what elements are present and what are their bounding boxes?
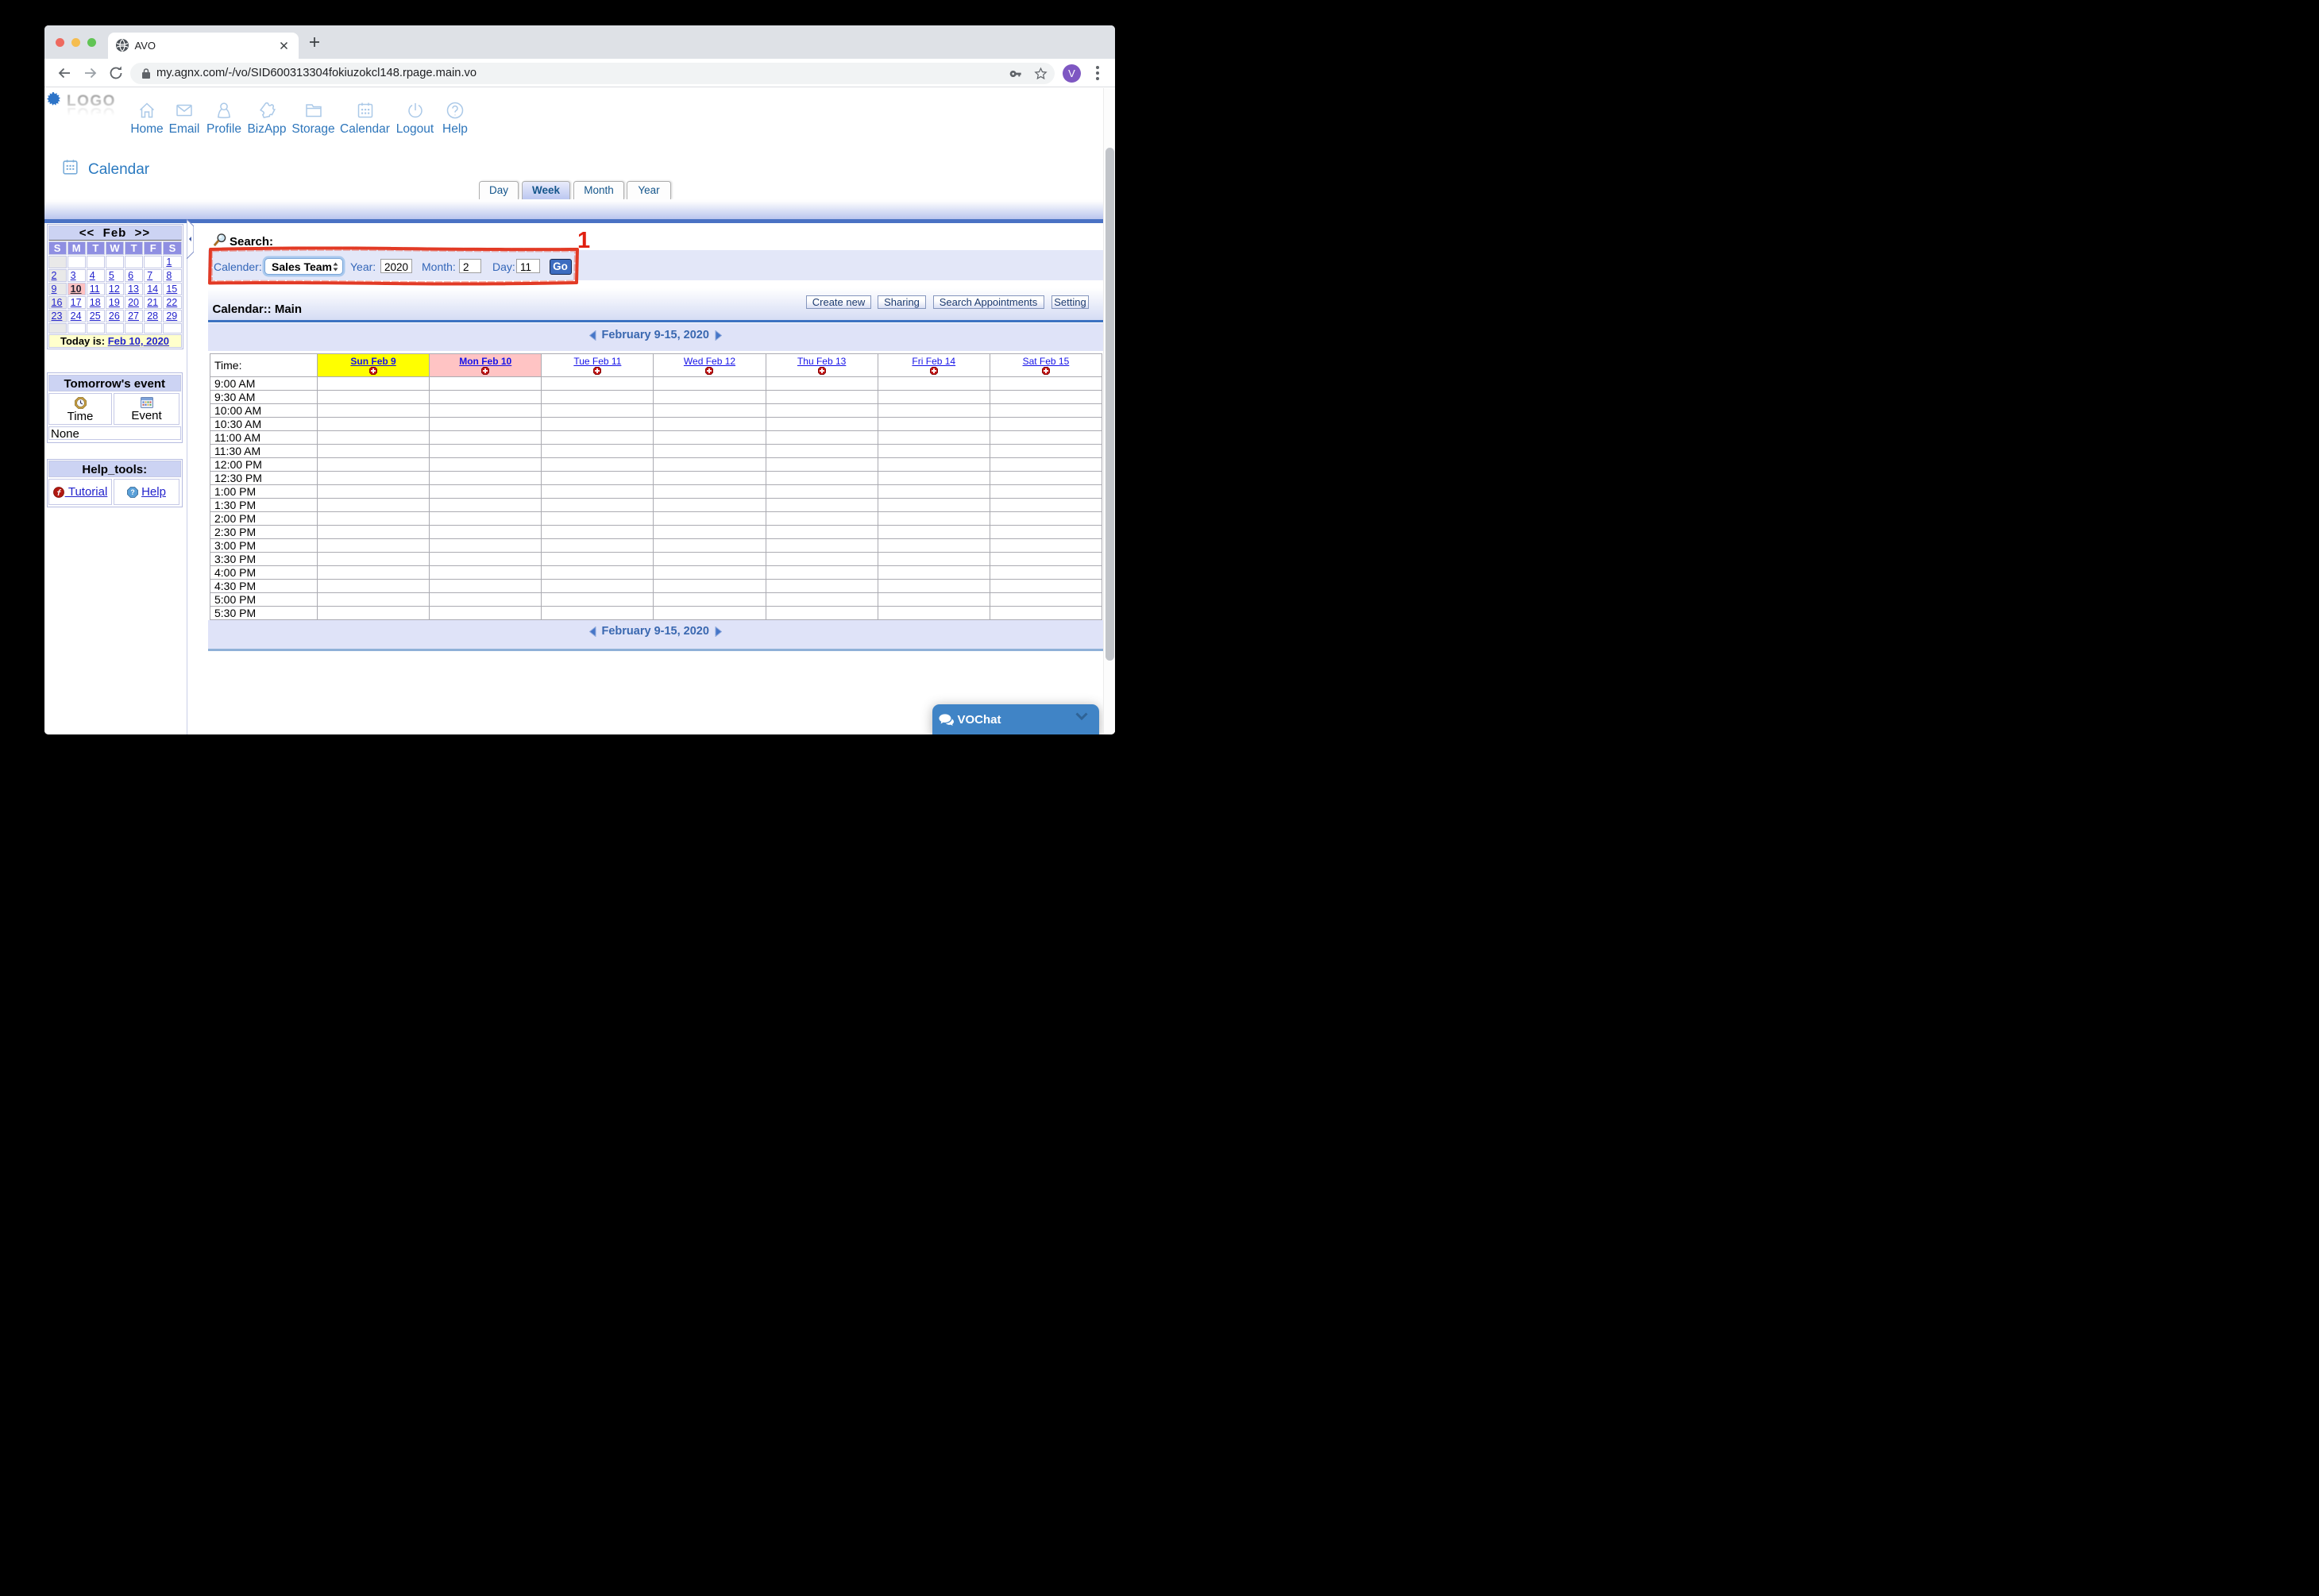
svg-text:?: ? [130, 488, 134, 496]
